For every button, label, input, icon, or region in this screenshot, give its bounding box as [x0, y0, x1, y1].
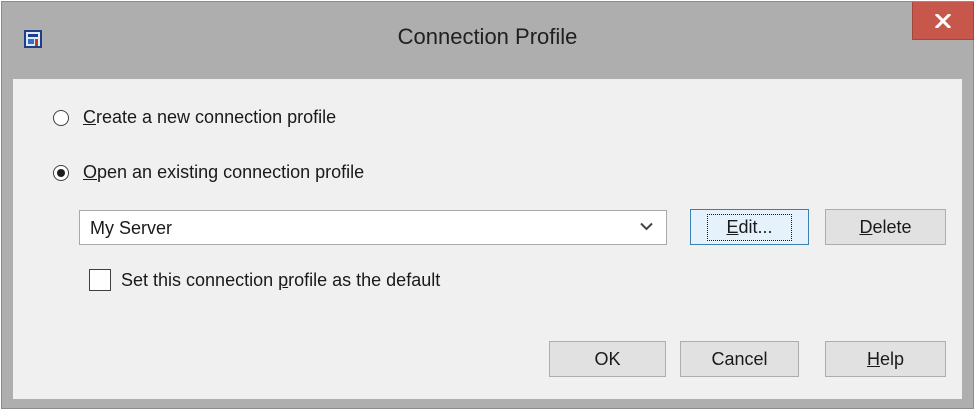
cancel-button[interactable]: Cancel	[680, 341, 799, 377]
window-title: Connection Profile	[397, 24, 578, 49]
close-button[interactable]	[912, 2, 974, 40]
profile-dropdown-value: My Server	[90, 218, 173, 238]
ok-button[interactable]: OK	[549, 341, 666, 377]
edit-button[interactable]: Edit...	[690, 209, 809, 245]
create-new-option[interactable]: Create a new connection profile	[53, 107, 336, 128]
set-default-checkbox[interactable]	[89, 269, 111, 291]
close-icon	[935, 13, 951, 28]
open-existing-option[interactable]: Open an existing connection profile	[53, 162, 364, 183]
delete-button[interactable]: Delete	[825, 209, 946, 245]
chevron-down-icon[interactable]	[640, 222, 653, 231]
profile-dropdown[interactable]: My Server	[79, 210, 667, 245]
open-existing-label[interactable]: Open an existing connection profile	[83, 162, 364, 183]
set-default-label[interactable]: Set this connection profile as the defau…	[121, 270, 440, 291]
create-new-label[interactable]: Create a new connection profile	[83, 107, 336, 128]
title-bar[interactable]: Connection Profile	[2, 2, 974, 78]
create-new-radio[interactable]	[53, 109, 69, 126]
dialog-window: Connection Profile Create a new connecti…	[1, 1, 974, 409]
help-button[interactable]: Help	[825, 341, 946, 377]
dialog-body: Create a new connection profile Open an …	[13, 79, 962, 399]
open-existing-radio[interactable]	[53, 164, 69, 181]
